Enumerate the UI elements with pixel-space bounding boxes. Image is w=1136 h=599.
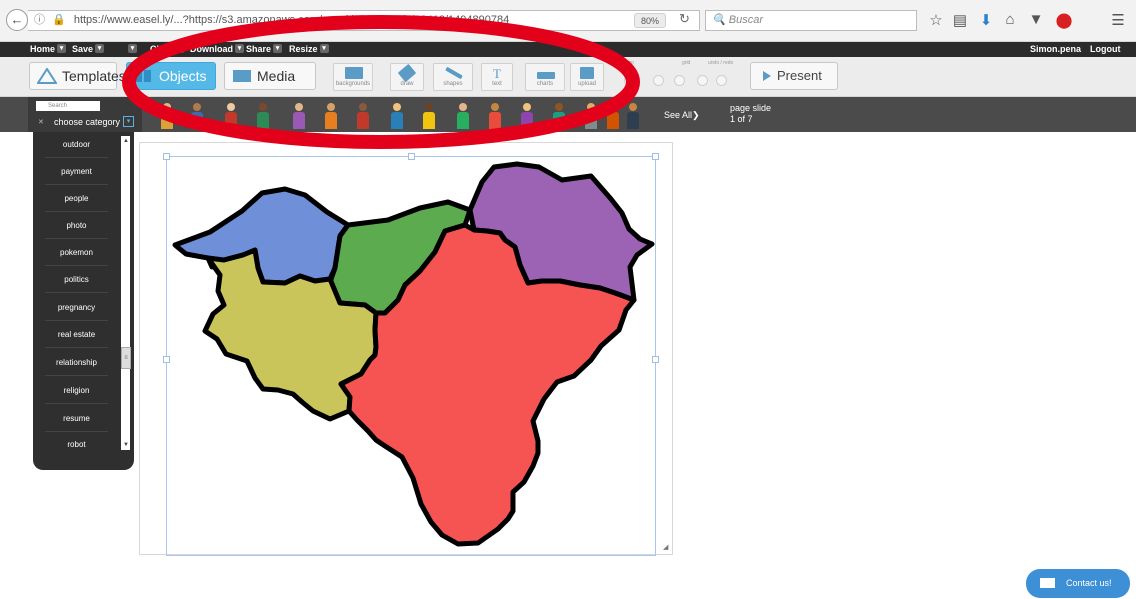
contact-us-button[interactable]: Contact us!: [1026, 569, 1130, 598]
region-bizkaia: [172, 186, 351, 286]
envelope-icon: [1040, 578, 1055, 588]
basque-map[interactable]: [0, 0, 1136, 599]
annotation-ellipse: [122, 15, 640, 149]
